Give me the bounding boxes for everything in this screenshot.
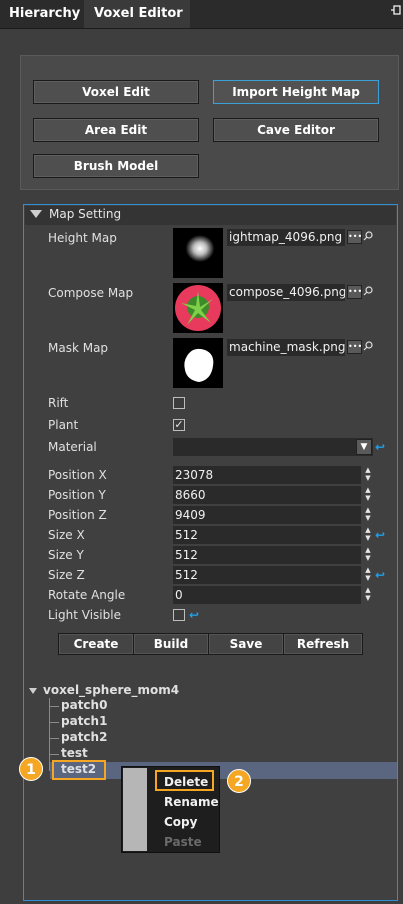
- chevron-down-icon[interactable]: ▼: [356, 439, 372, 455]
- size-y-label: Size Y: [48, 548, 84, 562]
- compose-map-browse-button[interactable]: •••: [347, 285, 362, 299]
- import-height-map-button[interactable]: Import Height Map: [213, 80, 379, 104]
- position-y-field[interactable]: 8660: [173, 486, 361, 504]
- height-map-filename: ightmap_4096.png: [227, 229, 345, 246]
- height-map-browse-button[interactable]: •••: [347, 230, 362, 244]
- mask-map-browse-button[interactable]: •••: [347, 340, 362, 354]
- mask-map-thumbnail[interactable]: [173, 338, 223, 388]
- tree-item-test[interactable]: test: [61, 746, 88, 760]
- size-y-spinner-icon[interactable]: ▲ ▼: [364, 546, 372, 564]
- position-y-label: Position Y: [48, 488, 106, 502]
- ellipsis-icon: •••: [348, 232, 363, 241]
- rotate-angle-label: Rotate Angle: [48, 588, 126, 602]
- map-setting-title: Map Setting: [49, 207, 122, 221]
- area-edit-button[interactable]: Area Edit: [33, 118, 199, 142]
- context-menu-icon-strip: [123, 768, 147, 851]
- mask-map-filename: machine_mask.png: [227, 339, 345, 356]
- tab-hierarchy[interactable]: Hierarchy: [0, 0, 82, 28]
- search-icon[interactable]: [363, 341, 373, 353]
- check-mark-icon: ✓: [174, 418, 184, 431]
- ellipsis-icon: •••: [348, 342, 363, 351]
- rotate-angle-field[interactable]: 0: [173, 586, 361, 604]
- menu-item-paste: Paste: [164, 835, 202, 849]
- tree-guide-line: [49, 754, 59, 755]
- create-button[interactable]: Create: [58, 633, 134, 655]
- tab-bar: Hierarchy Voxel Editor: [0, 0, 403, 29]
- tree-item-patch0[interactable]: patch0: [61, 698, 107, 712]
- tool-buttons-panel: Voxel Edit Import Height Map Area Edit C…: [20, 55, 399, 190]
- size-x-spinner-icon[interactable]: ▲ ▼: [364, 526, 372, 544]
- position-x-spinner-icon[interactable]: ▲ ▼: [364, 466, 372, 484]
- collapse-triangle-icon[interactable]: [30, 210, 42, 218]
- size-z-spinner-icon[interactable]: ▲ ▼: [364, 566, 372, 584]
- position-z-spinner-icon[interactable]: ▲ ▼: [364, 506, 372, 524]
- compose-map-thumbnail[interactable]: [173, 283, 223, 333]
- material-dropdown[interactable]: [173, 438, 373, 456]
- plant-label: Plant: [48, 418, 79, 432]
- rift-checkbox[interactable]: [173, 397, 185, 409]
- cave-editor-button[interactable]: Cave Editor: [213, 118, 379, 142]
- size-x-label: Size X: [48, 528, 85, 542]
- tree-guide-line: [49, 738, 59, 739]
- ellipsis-icon: •••: [348, 287, 363, 296]
- position-y-spinner-icon[interactable]: ▲ ▼: [364, 486, 372, 504]
- search-icon[interactable]: [363, 231, 373, 243]
- size-z-label: Size Z: [48, 568, 85, 582]
- menu-item-copy[interactable]: Copy: [164, 815, 197, 829]
- pin-icon[interactable]: [391, 4, 403, 20]
- position-x-label: Position X: [48, 468, 107, 482]
- plant-checkbox[interactable]: ✓: [173, 419, 185, 431]
- mask-map-label: Mask Map: [48, 341, 109, 355]
- tree-guide-line: [49, 698, 50, 771]
- map-setting-header[interactable]: Map Setting: [25, 206, 396, 225]
- position-z-field[interactable]: 9409: [173, 506, 361, 524]
- highlight-box-delete: [155, 770, 214, 791]
- tree-item-patch2[interactable]: patch2: [61, 730, 107, 744]
- step-badge-2: 2: [227, 769, 251, 793]
- position-z-label: Position Z: [48, 508, 107, 522]
- compose-map-filename: compose_4096.png: [227, 284, 345, 301]
- size-y-field[interactable]: 512: [173, 546, 361, 564]
- light-visible-checkbox[interactable]: [173, 609, 185, 621]
- size-x-field[interactable]: 512: [173, 526, 361, 544]
- compose-map-label: Compose Map: [48, 286, 134, 300]
- rotate-angle-spinner-icon[interactable]: ▲ ▼: [364, 586, 372, 604]
- reset-icon[interactable]: ↩: [189, 609, 199, 621]
- tree-expand-icon[interactable]: [29, 688, 37, 694]
- reset-icon[interactable]: ↩: [375, 569, 385, 581]
- material-label: Material: [48, 440, 97, 454]
- tree-root-item[interactable]: voxel_sphere_mom4: [43, 683, 179, 697]
- tree-item-patch1[interactable]: patch1: [61, 714, 107, 728]
- tree-guide-line: [49, 706, 59, 707]
- tree-guide-line: [49, 722, 59, 723]
- highlight-box-test2: [52, 760, 106, 780]
- height-map-label: Height Map: [48, 231, 117, 245]
- reset-icon[interactable]: ↩: [375, 529, 385, 541]
- step-badge-1: 1: [19, 757, 43, 781]
- search-icon[interactable]: [363, 286, 373, 298]
- menu-item-rename[interactable]: Rename: [164, 795, 219, 809]
- brush-model-button[interactable]: Brush Model: [33, 154, 199, 178]
- voxel-edit-button[interactable]: Voxel Edit: [33, 80, 199, 104]
- height-map-thumbnail[interactable]: [173, 228, 223, 278]
- reset-icon[interactable]: ↩: [375, 441, 385, 453]
- position-x-field[interactable]: 23078: [173, 466, 361, 484]
- size-z-field[interactable]: 512: [173, 566, 361, 584]
- tab-voxel-editor[interactable]: Voxel Editor: [84, 0, 190, 28]
- refresh-button[interactable]: Refresh: [283, 633, 363, 655]
- save-button[interactable]: Save: [208, 633, 284, 655]
- build-button[interactable]: Build: [133, 633, 209, 655]
- light-visible-label: Light Visible: [48, 608, 121, 622]
- rift-label: Rift: [48, 396, 69, 410]
